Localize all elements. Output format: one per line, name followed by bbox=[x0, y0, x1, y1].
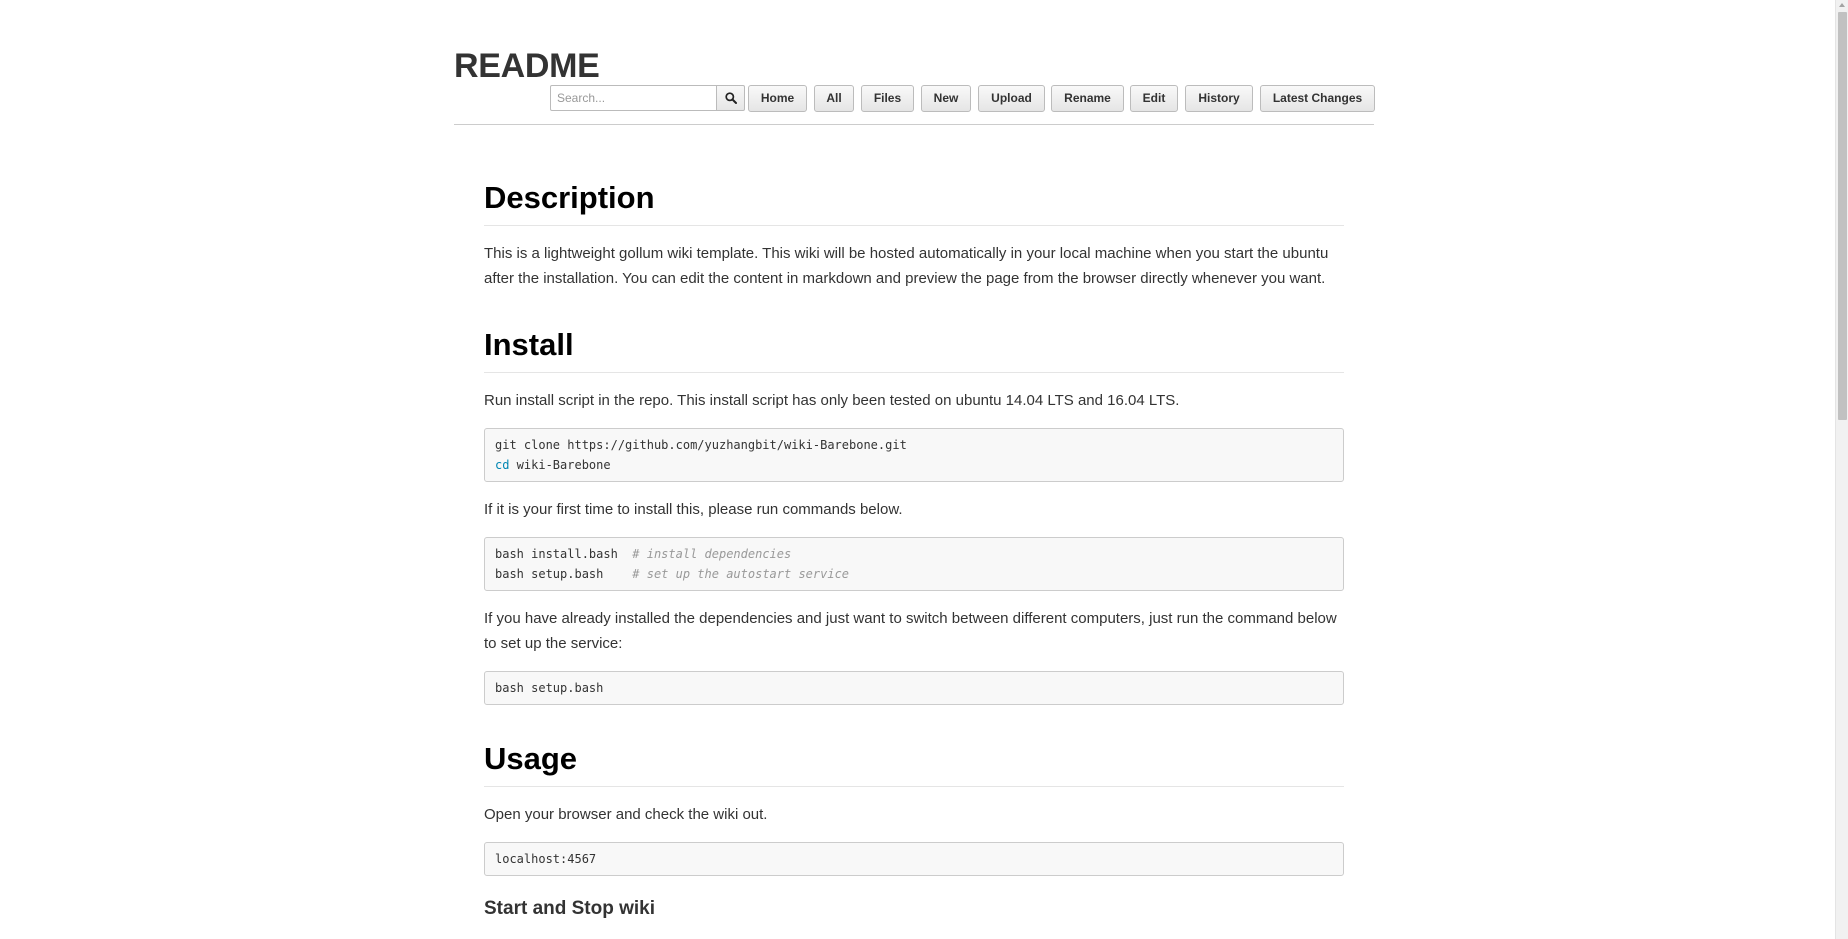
new-button[interactable]: New bbox=[921, 85, 971, 112]
code-keyword: cd bbox=[495, 458, 510, 472]
code-comment: # install dependencies bbox=[632, 547, 792, 561]
heading-divider bbox=[484, 372, 1344, 373]
code-line: bash install.bash bbox=[495, 547, 633, 561]
scrollbar-thumb[interactable] bbox=[1838, 12, 1847, 420]
search-icon bbox=[725, 92, 737, 104]
code-block-install: bash install.bash # install dependencies… bbox=[484, 537, 1344, 591]
wiki-page: README Home All Files New Upload Rename … bbox=[0, 0, 1835, 939]
vertical-scrollbar[interactable] bbox=[1835, 0, 1848, 939]
code-line: git clone https://github.com/yuzhangbit/… bbox=[495, 438, 907, 452]
search-box bbox=[550, 85, 745, 111]
home-button[interactable]: Home bbox=[748, 85, 807, 112]
scroll-up-arrow-icon[interactable] bbox=[1839, 3, 1845, 7]
usage-text: Open your browser and check the wiki out… bbox=[484, 806, 768, 823]
all-button[interactable]: All bbox=[814, 85, 854, 112]
start-stop-heading: Start and Stop wiki bbox=[484, 898, 656, 919]
upload-button[interactable]: Upload bbox=[978, 85, 1045, 112]
wiki-header: README Home All Files New Upload Rename … bbox=[454, 46, 1375, 125]
description-text: This is a lightweight gollum wiki templa… bbox=[484, 245, 1329, 287]
history-button[interactable]: History bbox=[1185, 85, 1253, 112]
search-button[interactable] bbox=[716, 85, 745, 111]
install-text: Run install script in the repo. This ins… bbox=[484, 392, 1180, 409]
code-line: bash setup.bash bbox=[495, 567, 633, 581]
code-comment: # set up the autostart service bbox=[632, 567, 850, 581]
search-input[interactable] bbox=[551, 86, 711, 110]
install-heading: Install bbox=[484, 327, 574, 362]
code-block-clone: git clone https://github.com/yuzhangbit/… bbox=[484, 428, 1344, 482]
description-heading: Description bbox=[484, 180, 655, 215]
heading-divider bbox=[484, 225, 1344, 226]
install-first-time-text: If it is your first time to install this… bbox=[484, 501, 903, 518]
install-switch-text: If you have already installed the depend… bbox=[484, 610, 1337, 652]
code-line: wiki-Barebone bbox=[509, 458, 611, 472]
edit-button[interactable]: Edit bbox=[1130, 85, 1178, 112]
code-block-setup: bash setup.bash bbox=[484, 671, 1344, 705]
usage-heading: Usage bbox=[484, 741, 578, 776]
files-button[interactable]: Files bbox=[861, 85, 914, 112]
page-title: README bbox=[454, 47, 600, 85]
code-block-localhost: localhost:4567 bbox=[484, 842, 1344, 876]
rename-button[interactable]: Rename bbox=[1051, 85, 1124, 112]
heading-divider bbox=[484, 786, 1344, 787]
latest-changes-button[interactable]: Latest Changes bbox=[1260, 85, 1375, 112]
